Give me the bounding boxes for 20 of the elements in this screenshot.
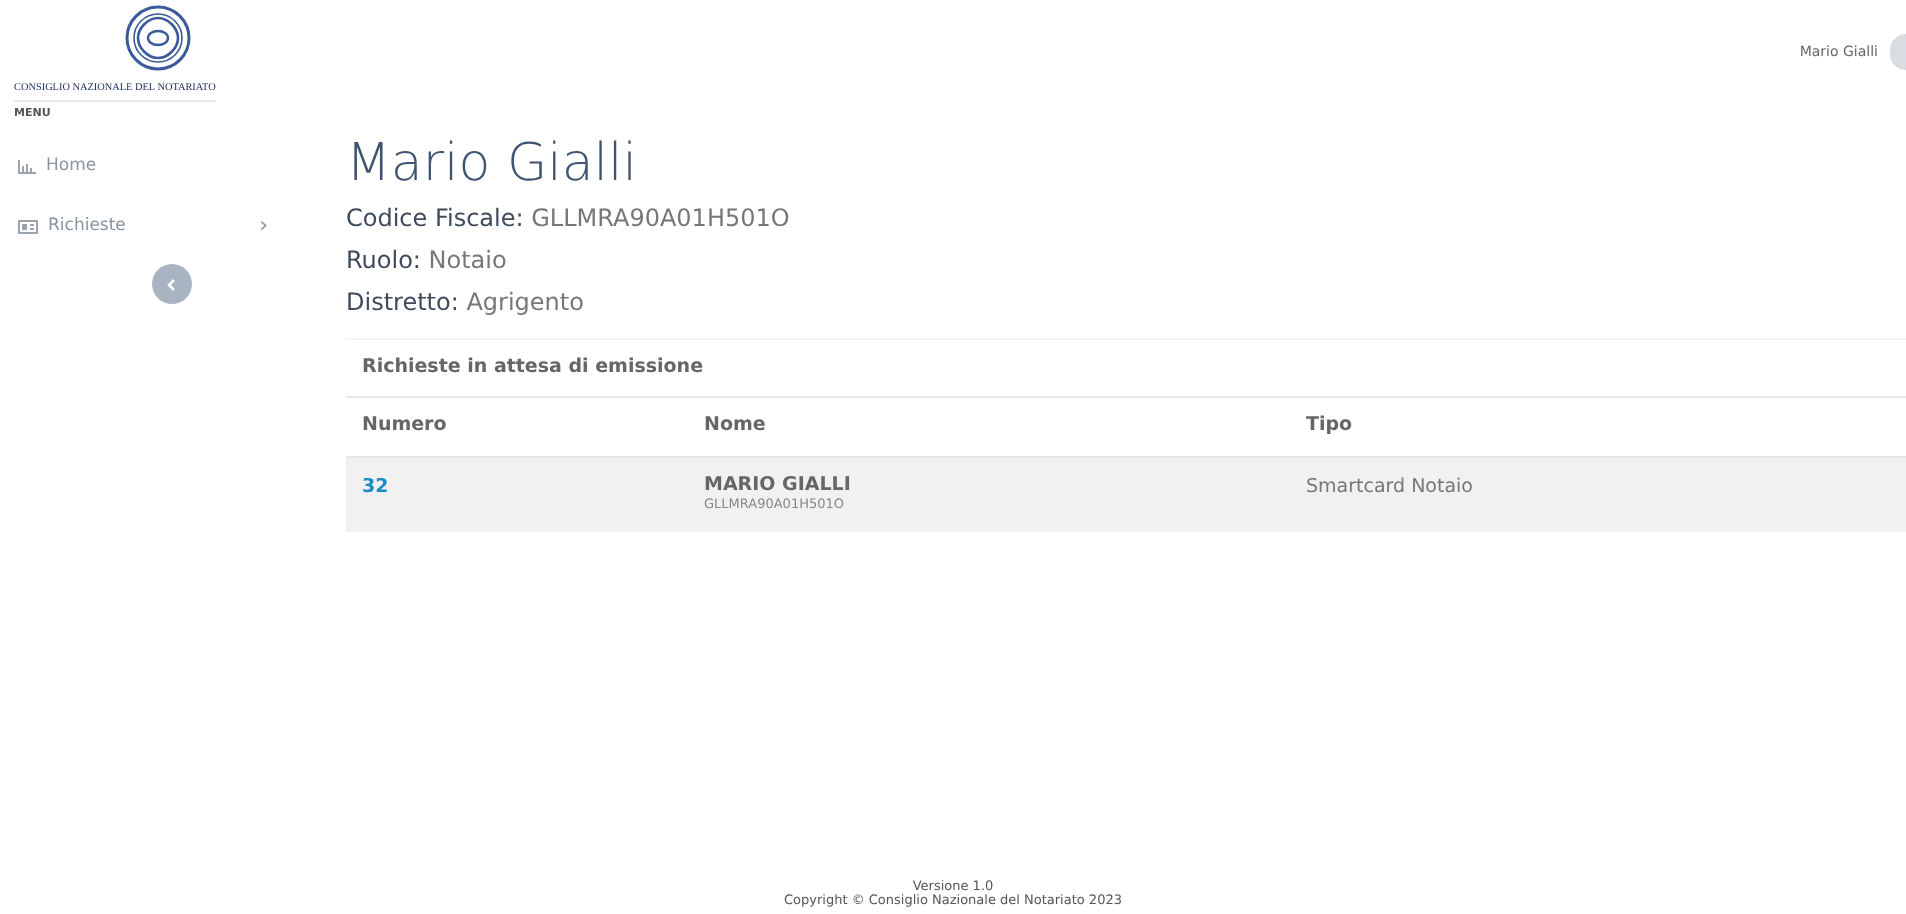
profile-field: Codice Fiscale: GLLMRA90A01H501O [346, 202, 1906, 236]
table-cell-text: MARIO GIALLI [704, 473, 853, 495]
id-card-icon [18, 219, 38, 234]
table-title: Richieste in attesa di emissione [346, 340, 1906, 399]
profile-field: Ruolo: Notaio [346, 244, 1906, 278]
chevron-left-icon [166, 277, 178, 292]
column-header: Nome [704, 412, 768, 441]
seal-logo-icon [124, 4, 192, 72]
sidebar-item[interactable]: Home [0, 136, 320, 197]
column-header: Numero [362, 412, 449, 441]
column-header: Tipo [1306, 412, 1355, 441]
request-number-link[interactable]: 32 [362, 473, 389, 502]
profile-name: Mario Gialli [346, 132, 639, 196]
sidebar-item[interactable]: Richieste › [0, 196, 320, 257]
bar-chart-icon [18, 159, 36, 174]
chevron-icon: › [259, 209, 268, 243]
profile-field: Distretto: Agrigento [346, 286, 1906, 320]
collapse-button[interactable] [152, 264, 192, 305]
table-cell-text: Smartcard Notaio [1306, 473, 1475, 501]
avatar[interactable] [1890, 34, 1906, 70]
